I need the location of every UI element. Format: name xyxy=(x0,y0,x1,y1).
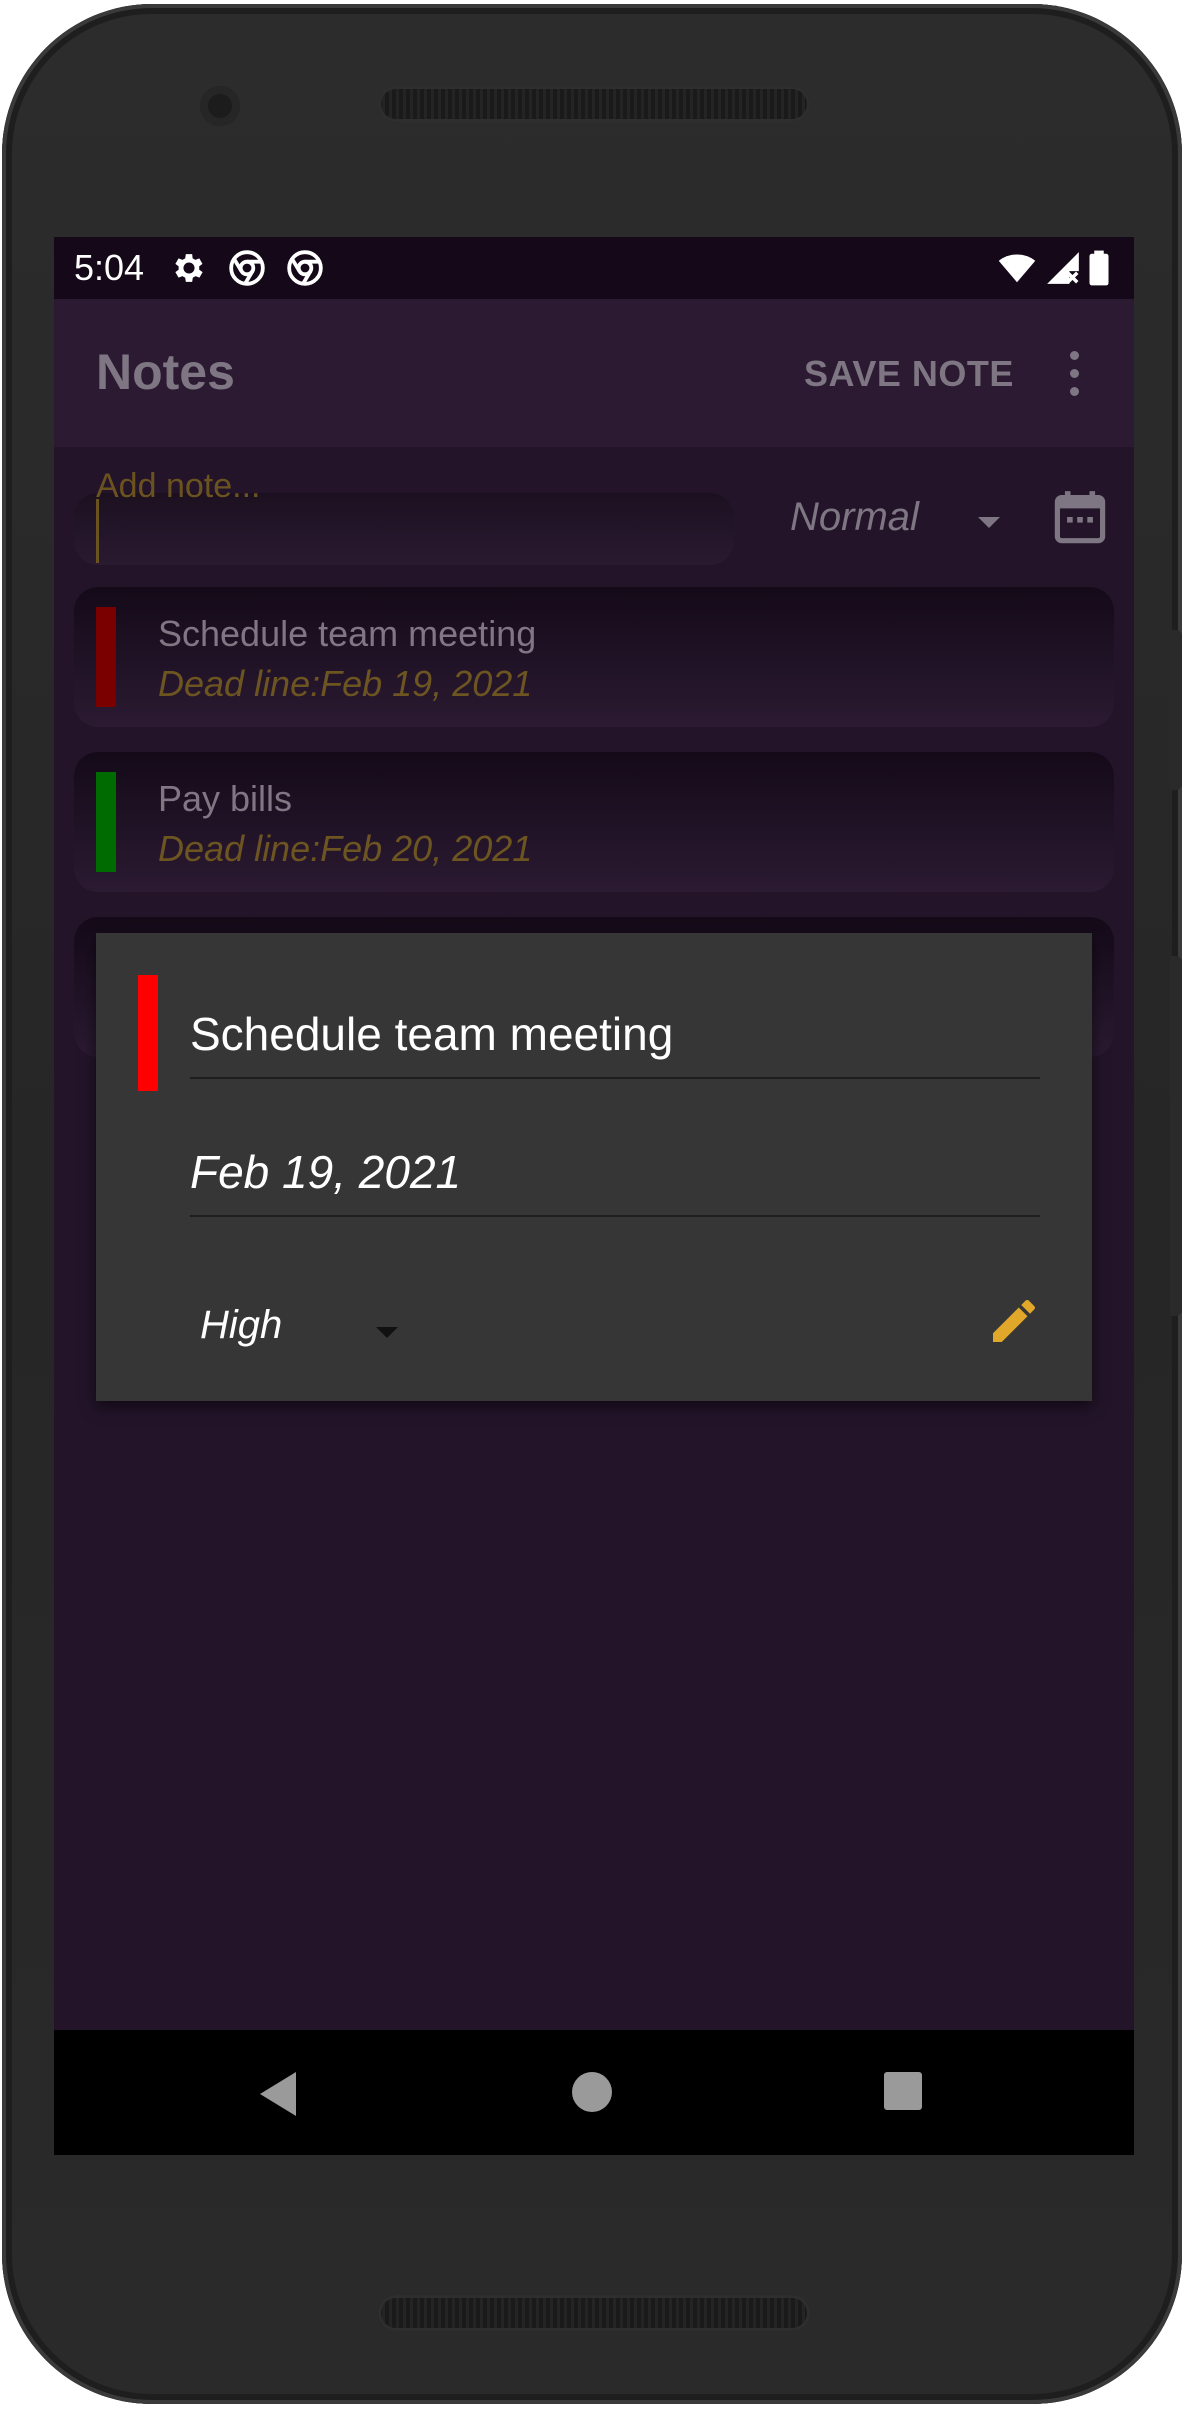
front-camera xyxy=(200,86,240,126)
priority-value: Normal xyxy=(790,495,919,539)
add-note-placeholder: Add note... xyxy=(96,467,261,505)
wifi-icon xyxy=(998,254,1036,283)
signal-icon xyxy=(1047,252,1079,284)
power-button xyxy=(1170,956,1182,1316)
save-note-button[interactable]: SAVE NOTE xyxy=(804,353,1014,395)
status-time: 5:04 xyxy=(74,247,145,288)
volume-button xyxy=(1170,630,1182,790)
chrome-icon xyxy=(287,250,323,286)
calendar-icon[interactable] xyxy=(1054,489,1106,545)
recents-icon[interactable] xyxy=(884,2072,922,2110)
priority-stripe xyxy=(96,772,116,872)
note-card[interactable]: Schedule team meeting Dead line:Feb 19, … xyxy=(74,587,1114,727)
note-title-field[interactable]: Schedule team meeting xyxy=(190,1007,1040,1079)
more-vert-icon[interactable] xyxy=(1064,347,1084,403)
bottom-speaker xyxy=(378,2295,810,2331)
priority-stripe xyxy=(96,607,116,707)
edit-note-dialog: Schedule team meeting Feb 19, 2021 High xyxy=(96,933,1092,1401)
priority-dropdown[interactable]: Normal xyxy=(790,491,1010,551)
dropdown-arrow-icon xyxy=(978,517,1000,528)
status-bar: 5:04 xyxy=(54,237,1134,299)
battery-icon xyxy=(1089,250,1109,286)
pencil-icon[interactable] xyxy=(986,1293,1042,1349)
note-title: Schedule team meeting xyxy=(158,613,537,654)
earpiece-speaker xyxy=(378,86,810,122)
phone-frame: 5:04 Notes SAVE NOTE Add note... Normal … xyxy=(2,4,1182,2404)
dropdown-arrow-icon xyxy=(376,1327,398,1338)
note-title: Pay bills xyxy=(158,778,293,819)
deadline-date-field[interactable]: Feb 19, 2021 xyxy=(190,1145,1040,1217)
priority-stripe xyxy=(138,975,158,1091)
chrome-icon xyxy=(229,250,265,286)
text-cursor xyxy=(96,499,99,563)
note-deadline: Dead line:Feb 20, 2021 xyxy=(158,828,533,869)
settings-icon xyxy=(175,254,203,282)
priority-value: High xyxy=(200,1303,283,1347)
note-card[interactable]: Pay bills Dead line:Feb 20, 2021 xyxy=(74,752,1114,892)
navigation-bar xyxy=(54,2030,1134,2155)
priority-dropdown[interactable]: High xyxy=(200,1303,420,1363)
note-deadline: Dead line:Feb 19, 2021 xyxy=(158,663,533,704)
back-icon[interactable] xyxy=(260,2072,296,2116)
home-icon[interactable] xyxy=(572,2072,612,2112)
app-title: Notes xyxy=(96,344,235,400)
app-screen: 5:04 Notes SAVE NOTE Add note... Normal … xyxy=(54,237,1134,2155)
app-bar: Notes SAVE NOTE xyxy=(54,299,1134,447)
